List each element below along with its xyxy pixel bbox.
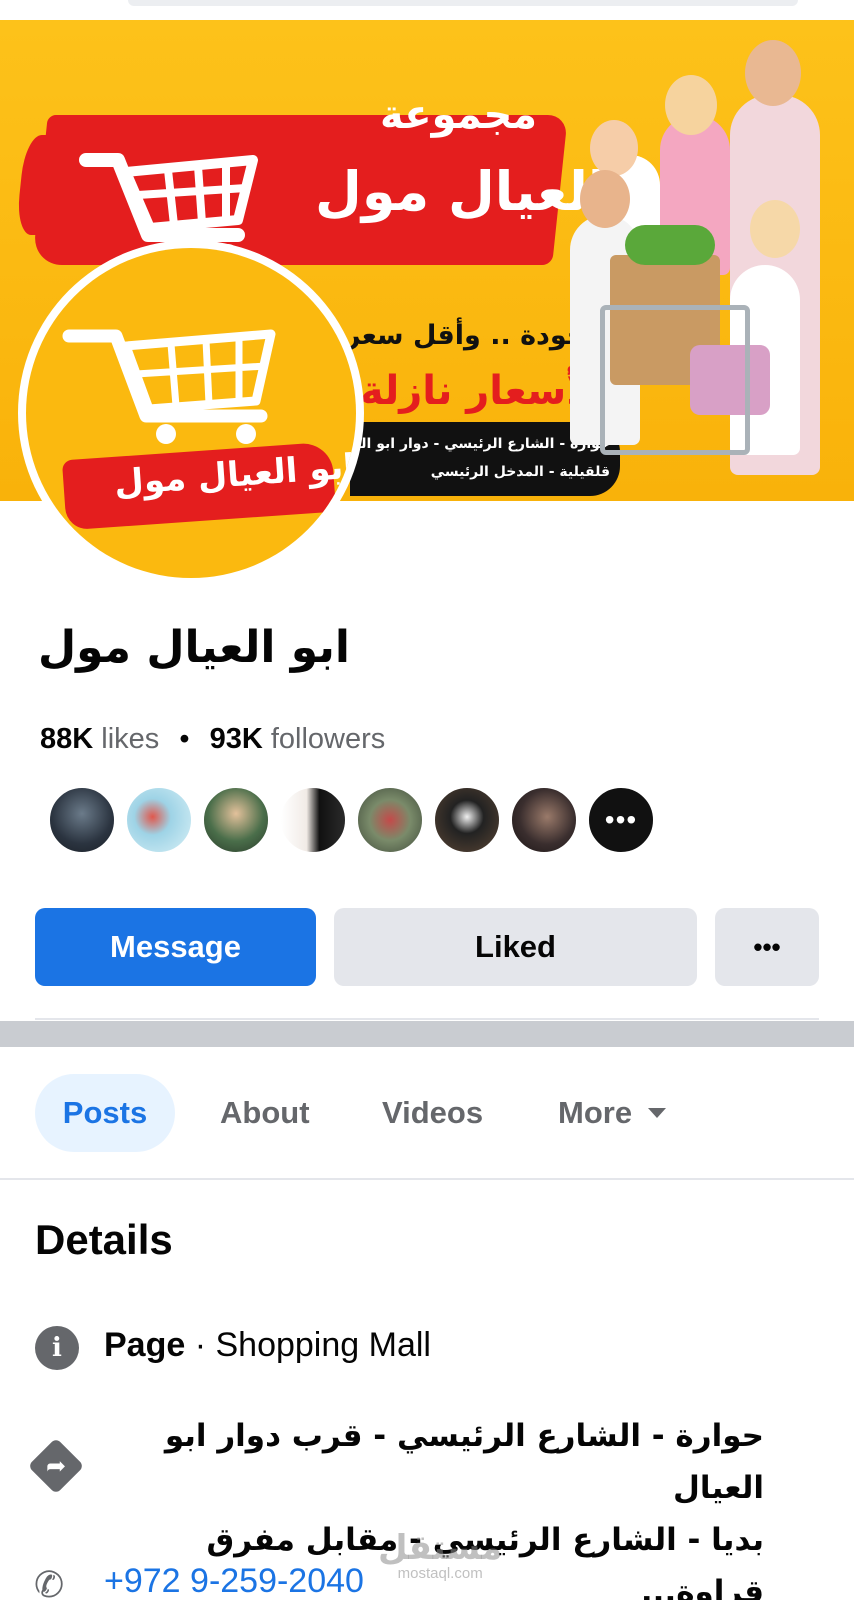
category-value: Shopping Mall xyxy=(215,1326,431,1364)
cover-address-line-1: حوارة - الشارع الرئيسي - دوار ابو العيال xyxy=(330,436,610,452)
tab-more-label: More xyxy=(558,1095,633,1130)
more-options-button[interactable]: ••• xyxy=(715,908,819,986)
profile-picture[interactable]: ابو العيال مول xyxy=(26,248,356,578)
friend-avatar[interactable] xyxy=(510,786,578,854)
friend-avatar[interactable] xyxy=(48,786,116,854)
likes-label: likes xyxy=(101,723,160,755)
top-search-pill xyxy=(128,0,798,6)
followers-count: 93K xyxy=(209,723,263,755)
more-friends-avatar[interactable]: ••• xyxy=(587,786,655,854)
liked-button[interactable]: Liked xyxy=(334,908,697,986)
section-separator xyxy=(0,1021,854,1047)
caret-down-icon xyxy=(648,1108,667,1118)
watermark-latin: mostaql.com xyxy=(397,1565,483,1582)
tab-posts[interactable]: Posts xyxy=(35,1074,175,1152)
category-separator: · xyxy=(185,1326,216,1364)
page-tabs: Posts About Videos More xyxy=(0,1074,854,1156)
stats-separator: • xyxy=(179,723,190,755)
friend-avatar[interactable] xyxy=(356,786,424,854)
mostaql-watermark: مستقل mostaql.com xyxy=(378,1530,502,1582)
friend-avatar[interactable] xyxy=(433,786,501,854)
page-title: ابو العيال مول xyxy=(38,622,350,673)
watermark-arabic: مستقل xyxy=(378,1528,503,1568)
shopping-cart-icon xyxy=(62,329,276,444)
phone-icon: ✆ xyxy=(34,1564,65,1600)
message-button[interactable]: Message xyxy=(35,908,316,986)
page-category: Page · Shopping Mall xyxy=(104,1326,431,1365)
details-heading: Details xyxy=(35,1216,173,1263)
friend-avatar[interactable] xyxy=(279,786,347,854)
followers-label: followers xyxy=(270,723,386,755)
category-label: Page xyxy=(104,1326,186,1364)
tab-more[interactable]: More xyxy=(558,1074,667,1152)
page-stats[interactable]: 88K likes • 93K followers xyxy=(40,723,385,756)
friend-avatar[interactable] xyxy=(125,786,193,854)
cover-group-label: مجموعة xyxy=(380,92,538,138)
tab-videos[interactable]: Videos xyxy=(382,1074,483,1152)
info-icon: i xyxy=(35,1326,79,1370)
tab-about[interactable]: About xyxy=(220,1074,310,1152)
address-line-1: حوارة - الشارع الرئيسي - قرب دوار ابو ال… xyxy=(164,1418,764,1506)
divider xyxy=(35,1018,819,1020)
tabs-divider xyxy=(0,1178,854,1180)
cover-family-photo xyxy=(570,35,854,501)
directions-arrow-icon: ➦ xyxy=(46,1453,67,1480)
friend-avatar[interactable] xyxy=(202,786,270,854)
phone-number-link[interactable]: +972 9-259-2040 xyxy=(104,1562,364,1600)
likes-count: 88K xyxy=(40,723,94,755)
